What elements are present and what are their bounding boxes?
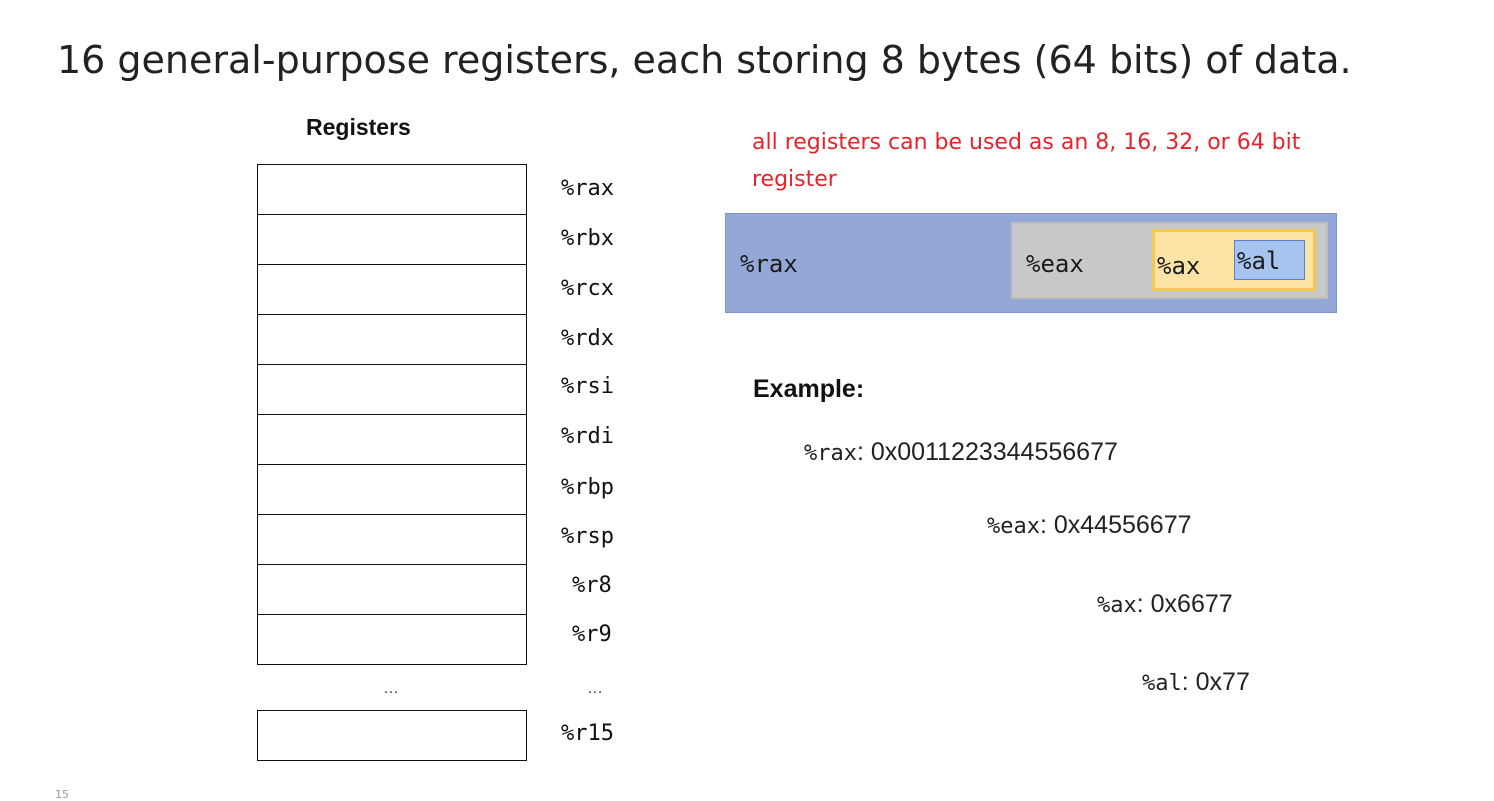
register-box-rdx — [257, 314, 527, 364]
register-label-r15: %r15 — [561, 721, 614, 746]
example-reg: %ax — [1097, 593, 1137, 618]
register-box-rdi — [257, 414, 527, 464]
register-label-r9: %r9 — [572, 622, 612, 647]
register-label-rbx: %rbx — [561, 226, 614, 251]
example-value: : 0x44556677 — [1039, 511, 1192, 539]
example-reg: %rax — [804, 441, 857, 466]
register-label-rsp: %rsp — [561, 524, 614, 549]
al-box-label: %al — [1237, 247, 1281, 275]
example-value: : 0x6677 — [1136, 590, 1233, 618]
example-line-eax: %eax: 0x44556677 — [987, 511, 1192, 540]
example-line-rax: %rax: 0x0011223344556677 — [804, 438, 1118, 467]
register-label-rcx: %rcx — [561, 276, 614, 301]
register-box-r8 — [257, 564, 527, 614]
register-label-rdx: %rdx — [561, 326, 614, 351]
example-value: : 0x0011223344556677 — [856, 438, 1118, 466]
example-heading: Example: — [753, 375, 865, 403]
register-box-rbp — [257, 464, 527, 514]
register-box-rsi — [257, 364, 527, 414]
register-box-rcx — [257, 264, 527, 314]
register-label-rsi: %rsi — [561, 374, 614, 399]
register-label-rdi: %rdi — [561, 424, 614, 449]
slide-title: 16 general-purpose registers, each stori… — [57, 38, 1352, 82]
sub-register-note: all registers can be used as an 8, 16, 3… — [752, 130, 1301, 192]
example-value: : 0x77 — [1181, 668, 1250, 696]
register-box-ellipsis: … — [383, 680, 399, 697]
register-box-rbx — [257, 214, 527, 264]
eax-box-label: %eax — [1026, 250, 1084, 278]
register-stack — [257, 164, 527, 665]
example-line-ax: %ax: 0x6677 — [1097, 590, 1233, 619]
rax-bar-label: %rax — [740, 250, 798, 278]
example-reg: %eax — [987, 514, 1040, 539]
register-box-rax — [257, 164, 527, 214]
register-box-rsp — [257, 514, 527, 564]
example-line-al: %al: 0x77 — [1142, 668, 1250, 697]
register-label-rbp: %rbp — [561, 475, 614, 500]
register-box-r9 — [257, 614, 527, 665]
register-box-r15 — [257, 710, 527, 761]
ax-box-label: %ax — [1157, 252, 1201, 280]
page-number: 15 — [55, 788, 69, 801]
example-reg: %al — [1142, 671, 1182, 696]
register-label-ellipsis: … — [587, 680, 603, 697]
register-label-r8: %r8 — [572, 573, 612, 598]
register-label-rax: %rax — [561, 176, 614, 201]
registers-heading: Registers — [306, 114, 411, 140]
